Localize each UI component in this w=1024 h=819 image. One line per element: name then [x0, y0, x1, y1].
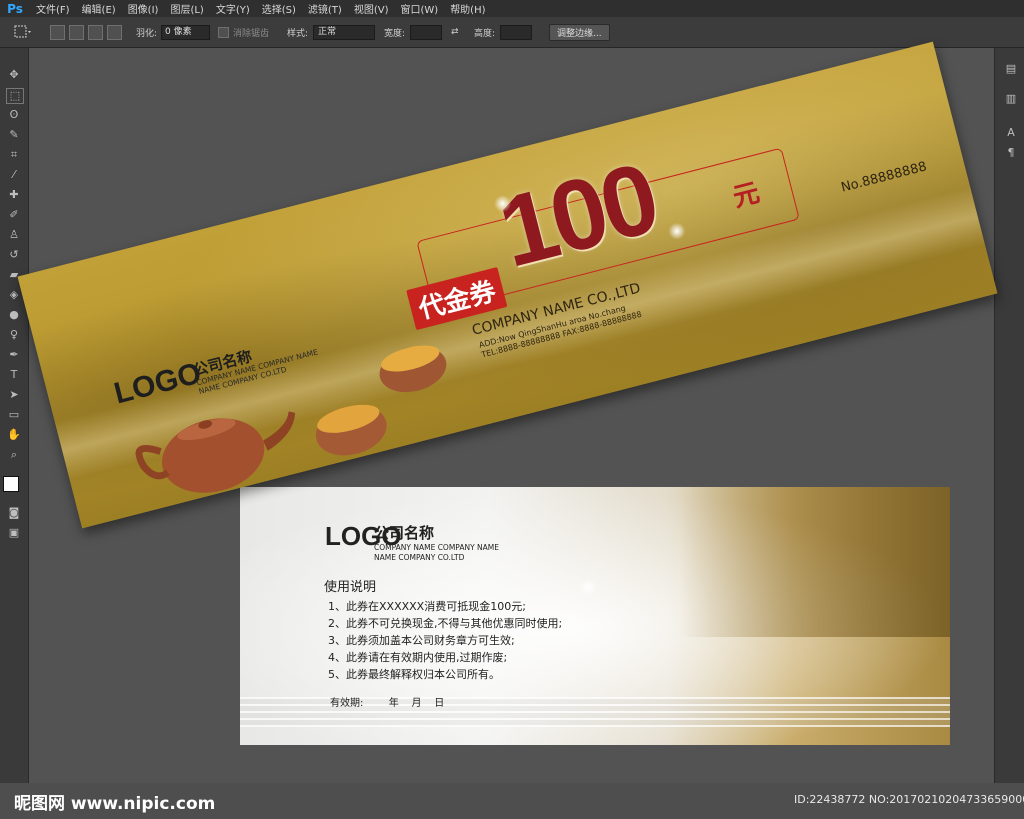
style-select[interactable]: 正常	[313, 24, 376, 40]
options-bar: 羽化: 0 像素 消除锯齿 样式: 正常 宽度: ⇄ 高度: 调整边缘...	[0, 17, 1024, 48]
move-tool-icon[interactable]: ✥	[6, 68, 22, 82]
menu-bar: Ps 文件(F) 编辑(E) 图像(I) 图层(L) 文字(Y) 选择(S) 滤…	[0, 0, 1024, 17]
intersect-selection-icon[interactable]	[107, 24, 122, 40]
marquee-tool-icon[interactable]: ⬚	[6, 88, 24, 104]
shape-tool-icon[interactable]: ▭	[6, 408, 22, 422]
subtract-selection-icon[interactable]	[88, 24, 103, 40]
rule-3: 3、此券须加盖本公司财务章方可生效;	[328, 634, 515, 647]
menu-edit[interactable]: 编辑(E)	[76, 1, 122, 16]
voucher-back-card: LOGO 公司名称 COMPANY NAME COMPANY NAME NAME…	[240, 487, 950, 745]
height-input[interactable]	[500, 24, 533, 40]
paragraph-panel-icon[interactable]: ¶	[1003, 146, 1019, 160]
feather-input[interactable]: 0 像素	[161, 24, 211, 40]
menu-file[interactable]: 文件(F)	[30, 1, 76, 16]
path-select-icon[interactable]: ➤	[6, 388, 22, 402]
brush-tool-icon[interactable]: ✐	[6, 208, 22, 222]
back-company-cn: 公司名称	[374, 524, 435, 542]
crop-tool-icon[interactable]: ⌗	[6, 148, 22, 162]
healing-brush-icon[interactable]: ✚	[6, 188, 22, 202]
back-company-en-1: COMPANY NAME COMPANY NAME	[374, 543, 500, 552]
menu-filter[interactable]: 滤镜(T)	[302, 1, 348, 16]
type-tool-icon[interactable]: T	[6, 368, 22, 382]
lasso-tool-icon[interactable]: ʘ	[6, 108, 22, 122]
width-input[interactable]	[410, 24, 443, 40]
rule-5: 5、此券最终解释权归本公司所有。	[328, 668, 500, 681]
history-brush-icon[interactable]: ↺	[6, 248, 22, 262]
pen-tool-icon[interactable]: ✒	[6, 348, 22, 362]
watermark-text: 昵图网 www.nipic.com	[14, 794, 216, 814]
width-label: 宽度:	[384, 28, 406, 39]
validity-line: 有效期: 年 月 日	[330, 698, 445, 709]
foreground-color-swatch[interactable]	[3, 476, 19, 492]
sparkle-icon	[578, 577, 598, 597]
menu-view[interactable]: 视图(V)	[348, 1, 395, 16]
menu-image[interactable]: 图像(I)	[122, 1, 165, 16]
back-company-en-2: NAME COMPANY CO.LTD	[374, 553, 465, 562]
refine-edge-button[interactable]: 调整边缘...	[549, 23, 610, 41]
zoom-tool-icon[interactable]: ⌕	[6, 448, 22, 462]
add-selection-icon[interactable]	[69, 24, 84, 40]
character-panel-icon[interactable]: A	[1003, 126, 1019, 140]
new-selection-icon[interactable]	[50, 24, 65, 40]
history-panel-icon[interactable]: ▤	[1003, 62, 1019, 76]
antialias-label: 消除锯齿	[233, 28, 270, 39]
selection-mode-group	[50, 17, 126, 47]
back-mountain-art	[680, 487, 950, 637]
screen-mode-icon[interactable]: ▣	[6, 526, 22, 540]
menu-help[interactable]: 帮助(H)	[444, 1, 491, 16]
watermark-footer: 昵图网 www.nipic.com ID:22438772 NO:2017021…	[0, 783, 1024, 819]
quick-select-icon[interactable]: ✎	[6, 128, 22, 142]
menu-layer[interactable]: 图层(L)	[164, 1, 209, 16]
tools-panel: ✥ ⬚ ʘ ✎ ⌗ ⁄ ✚ ✐ ♙ ↺ ▰ ◈ ● ♀ ✒ T ➤ ▭ ✋ ⌕ …	[0, 48, 29, 819]
quick-mask-icon[interactable]: ◙	[6, 506, 22, 520]
paint-bucket-icon[interactable]: ◈	[6, 288, 22, 302]
rule-1: 1、此券在XXXXXX消费可抵现金100元;	[328, 600, 526, 613]
antialias-checkbox[interactable]	[218, 26, 229, 38]
menu-type[interactable]: 文字(Y)	[210, 1, 256, 16]
rule-4: 4、此券请在有效期内使用,过期作废;	[328, 651, 508, 664]
properties-panel-icon[interactable]: ▥	[1003, 92, 1019, 106]
swap-dimensions-icon[interactable]: ⇄	[451, 17, 459, 47]
panel-dock: ▤ ▥ A ¶	[994, 48, 1024, 819]
rule-2: 2、此券不可兑换现金,不得与其他优惠同时使用;	[328, 617, 563, 630]
menu-select[interactable]: 选择(S)	[256, 1, 302, 16]
feather-label: 羽化:	[136, 28, 158, 39]
voucher-front-card: 代金券 100 元 LOGO 公司名称 COMPANY NAME COMPANY…	[17, 41, 998, 529]
style-label: 样式:	[287, 28, 309, 39]
menu-window[interactable]: 窗口(W)	[394, 1, 444, 16]
clone-stamp-icon[interactable]: ♙	[6, 228, 22, 242]
marquee-tool-preset-icon[interactable]	[14, 17, 32, 47]
instructions-title: 使用说明	[324, 580, 377, 595]
height-label: 高度:	[474, 28, 496, 39]
hand-tool-icon[interactable]: ✋	[6, 428, 22, 442]
eyedropper-icon[interactable]: ⁄	[6, 168, 22, 182]
photoshop-logo[interactable]: Ps	[0, 0, 30, 17]
blur-tool-icon[interactable]: ●	[6, 308, 22, 322]
image-id: ID:22438772 NO:20170210204733659000	[794, 793, 1024, 806]
dodge-tool-icon[interactable]: ♀	[6, 328, 22, 342]
